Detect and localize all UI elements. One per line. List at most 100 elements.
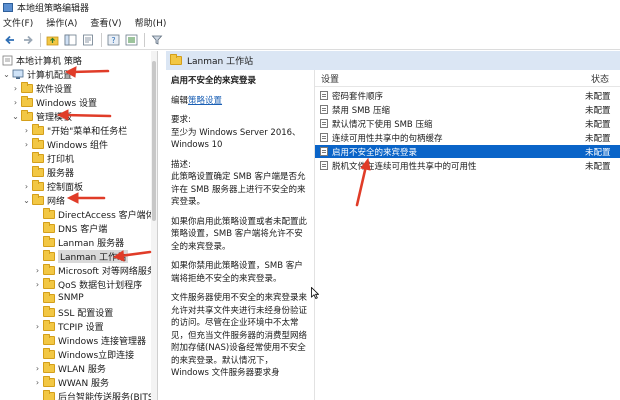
chevron-right-icon[interactable]: › [33,322,42,331]
policy-row[interactable]: 脱机文件在连续可用性共享中的可用性 未配置 [315,159,620,172]
folder-icon [43,389,55,400]
tree-item-lanman-server[interactable]: Lanman 服务器 [33,235,124,249]
policy-setting-icon [320,91,328,100]
computer-icon [12,69,24,80]
tree-root[interactable]: 本地计算机 策略 [2,53,82,67]
policy-name: 禁用 SMB 压缩 [332,105,390,116]
chevron-right-icon[interactable]: › [33,266,42,275]
up-folder-icon[interactable] [45,32,60,47]
tree-item-windows-connect-now[interactable]: Windows立即连接 [33,347,134,361]
chevron-right-icon[interactable]: › [33,378,42,387]
tree-item-qos[interactable]: › QoS 数据包计划程序 [33,277,142,291]
policy-state: 未配置 [585,105,611,116]
folder-icon [32,151,44,163]
policy-state: 未配置 [585,147,611,158]
chevron-right-icon[interactable]: › [33,280,42,289]
chevron-right-icon[interactable]: › [33,364,42,373]
folder-icon [43,221,55,233]
chevron-right-icon[interactable]: › [22,182,31,191]
description: 描述: 此策略设置确定 SMB 客户端是否允许在 SMB 服务器上进行不安全的来宾… [171,159,310,209]
tree-item-ssl-config[interactable]: SSL 配置设置 [33,305,113,319]
policy-row-selected[interactable]: 启用不安全的来宾登录 未配置 [315,145,620,158]
tree-item-lanman-workstation[interactable]: Lanman 工作站 [33,249,129,263]
chevron-down-icon[interactable]: ⌄ [2,70,11,79]
chevron-right-icon[interactable]: › [22,126,31,135]
policy-row[interactable]: 密码套件顺序 未配置 [315,89,620,102]
column-header-state[interactable]: 状态 [591,72,609,85]
mouse-cursor-icon [311,287,319,299]
tree-label: Lanman 服务器 [58,238,125,249]
folder-icon [32,123,44,135]
toolbar-separator [101,32,102,47]
tree-label: SNMP [58,293,84,303]
tree-item-dns-client[interactable]: DNS 客户端 [33,221,107,235]
policy-setting-icon [320,161,328,170]
settings-list: 设置 状态 密码套件顺序 未配置 禁用 SMB 压缩 未配置 默认情况下使用 S… [314,70,620,400]
description-enabled-text: 如果你启用此策略设置或者未配置此策略设置，SMB 客户端将允许不安全的来宾登录。 [171,216,308,252]
chevron-down-icon[interactable]: ⌄ [11,112,20,121]
tree-item-server[interactable]: 服务器 [22,165,74,179]
tree-item-windows-components[interactable]: › Windows 组件 [22,137,108,151]
tree-scrollbar-thumb[interactable] [152,61,156,221]
folder-icon [21,109,33,121]
folder-icon [43,305,55,317]
filter-icon[interactable] [149,32,164,47]
tree-item-wlan[interactable]: › WLAN 服务 [33,361,106,375]
back-icon[interactable] [2,32,17,47]
folder-header: Lanman 工作站 [166,51,620,70]
tree-label: 管理模板 [36,112,73,123]
tree-item-microsoft-p2p[interactable]: › Microsoft 对等网络服务 [33,263,156,277]
tree-item-admin-templates[interactable]: ⌄ 管理模板 [11,109,72,123]
description-disabled-text: 如果你禁用此策略设置，SMB 客户端将拒绝不安全的来宾登录。 [171,261,303,284]
chevron-right-icon[interactable]: › [11,84,20,93]
folder-icon [32,137,44,149]
policy-state: 未配置 [585,161,611,172]
tree-item-network[interactable]: ⌄ 网络 [22,193,65,207]
menu-view[interactable]: 查看(V) [90,16,121,29]
tree-label: Windows 设置 [36,98,98,109]
tree-item-wwan[interactable]: › WWAN 服务 [33,375,109,389]
tree-item-bits[interactable]: 后台智能传送服务(BITS) [33,389,157,400]
folder-header-title: Lanman 工作站 [187,57,254,67]
properties-icon[interactable] [124,32,139,47]
folder-icon [21,81,33,93]
policy-setting-icon [320,105,328,114]
folder-icon [43,249,55,261]
tree-item-printers[interactable]: 打印机 [22,151,74,165]
toolbar-separator [40,32,41,47]
folder-icon [43,319,55,331]
tree-label: 网络 [47,196,66,207]
app-icon [3,3,13,12]
policy-row[interactable]: 禁用 SMB 压缩 未配置 [315,103,620,116]
tree-item-windows-settings[interactable]: › Windows 设置 [11,95,97,109]
tree-label: Lanman 工作站 [58,249,129,263]
tree-item-snmp[interactable]: SNMP [33,291,84,305]
policy-row[interactable]: 默认情况下使用 SMB 压缩 未配置 [315,117,620,130]
chevron-right-icon[interactable]: › [22,140,31,149]
tree-scrollbar[interactable] [151,51,157,400]
menu-action[interactable]: 操作(A) [46,16,77,29]
tree-label: QoS 数据包计划程序 [58,280,143,291]
policy-row[interactable]: 连续可用性共享中的句柄缓存 未配置 [315,131,620,144]
chevron-down-icon[interactable]: ⌄ [22,196,31,205]
chevron-right-icon[interactable]: › [11,98,20,107]
tree-item-start-menu[interactable]: › "开始"菜单和任务栏 [22,123,127,137]
column-header-setting[interactable]: 设置 [321,72,339,85]
edit-policy-link[interactable]: 策略设置 [188,96,222,106]
show-hide-tree-icon[interactable] [63,32,78,47]
tree-item-control-panel[interactable]: › 控制面板 [22,179,83,193]
menu-file[interactable]: 文件(F) [3,16,33,29]
tree-label: Windows立即连接 [58,350,135,361]
tree-item-windows-connection-manager[interactable]: Windows 连接管理器 [33,333,146,347]
help-icon[interactable]: ? [106,32,121,47]
tree-item-computer-config[interactable]: ⌄ 计算机配置 [2,67,72,81]
menu-help[interactable]: 帮助(H) [135,16,167,29]
forward-icon[interactable] [20,32,35,47]
folder-icon [43,207,55,219]
policy-setting-icon [320,133,328,142]
tree-item-software-settings[interactable]: › 软件设置 [11,81,72,95]
folder-icon [43,263,55,275]
tree-item-tcpip[interactable]: › TCPIP 设置 [33,319,104,333]
tree-item-directaccess[interactable]: DirectAccess 客户端体验 [33,207,157,221]
export-list-icon[interactable] [81,32,96,47]
